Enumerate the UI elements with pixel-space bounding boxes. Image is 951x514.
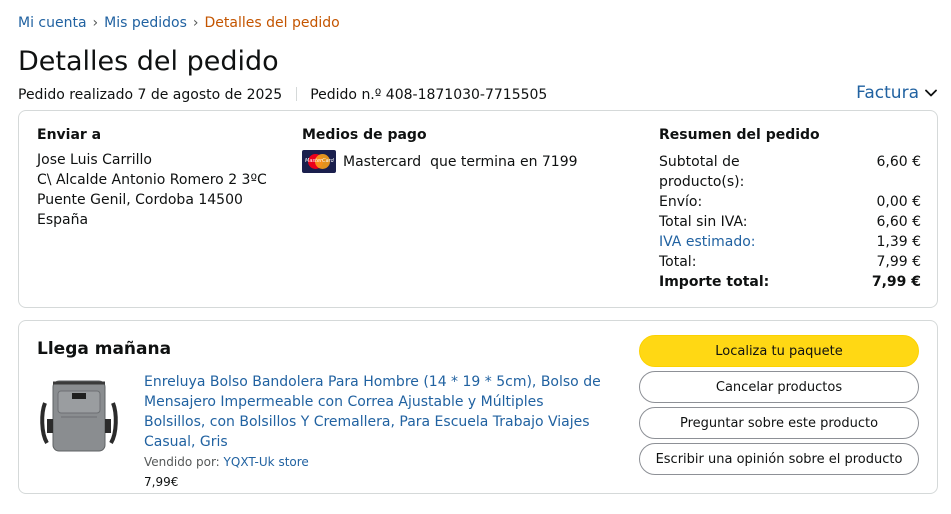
sold-by-label: Vendido por:: [144, 455, 220, 469]
summary-label: Subtotal de producto(s):: [659, 154, 745, 190]
estimated-vat-link[interactable]: IVA estimado:: [659, 232, 756, 252]
shoulder-bag-icon: [40, 380, 118, 452]
payment-card-ending: que termina en 7199: [430, 153, 578, 170]
summary-label: Total:: [659, 254, 697, 270]
summary-row-shipping: Envío: 0,00 €: [659, 192, 921, 212]
sold-by: Vendido por: YQXT-Uk store: [144, 455, 604, 469]
summary-row-subtotal: Subtotal de producto(s): 6,60 €: [659, 152, 921, 192]
meta-divider: [296, 87, 298, 101]
address-lines: Jose Luis Carrillo C\ Alcalde Antonio Ro…: [37, 150, 267, 230]
summary-value: 1,39 €: [876, 234, 921, 250]
order-meta: Pedido realizado 7 de agosto de 2025 Pedi…: [18, 87, 547, 103]
chevron-down-icon: [925, 89, 937, 97]
summary-label: Envío:: [659, 194, 703, 210]
product-info: Enreluya Bolso Bandolera Para Hombre (14…: [144, 372, 604, 489]
seller-link[interactable]: YQXT-Uk store: [224, 455, 309, 469]
shipment-card: Llega mañana Enreluya Bolso Bandolera Pa…: [18, 320, 938, 494]
summary-value: 7,99 €: [871, 274, 921, 290]
track-package-button[interactable]: Localiza tu paquete: [639, 335, 919, 367]
breadcrumb-separator: ›: [192, 15, 199, 31]
summary-row-total: Total: 7,99 €: [659, 252, 921, 272]
summary-label: Total sin IVA:: [659, 214, 748, 230]
order-details-card: Enviar a Jose Luis Carrillo C\ Alcalde A…: [18, 110, 938, 308]
ask-product-question-button[interactable]: Preguntar sobre este producto: [639, 407, 919, 439]
invoice-dropdown[interactable]: Factura: [856, 83, 937, 103]
mastercard-logo-text: MasterCard: [305, 158, 334, 164]
breadcrumb: Mi cuenta › Mis pedidos › Detalles del pedid…: [18, 15, 340, 31]
summary-label: Importe total:: [659, 274, 770, 290]
cancel-items-button[interactable]: Cancelar productos: [639, 371, 919, 403]
order-placed-date: Pedido realizado 7 de agosto de 2025: [18, 87, 283, 103]
breadcrumb-mis-pedidos[interactable]: Mis pedidos: [104, 15, 187, 31]
breadcrumb-mi-cuenta[interactable]: Mi cuenta: [18, 15, 87, 31]
breadcrumb-current: Detalles del pedido: [204, 15, 340, 31]
mastercard-logo-icon: MasterCard: [302, 150, 336, 173]
address-country: España: [37, 212, 89, 228]
invoice-label: Factura: [856, 83, 919, 103]
summary-value: 6,60 €: [876, 154, 921, 170]
summary-row-estimated-vat: IVA estimado: 1,39 €: [659, 232, 921, 252]
address-city: Puente Genil, Cordoba 14500: [37, 192, 243, 208]
product-price: 7,99€: [144, 475, 179, 489]
shipping-title: Enviar a: [37, 127, 102, 143]
shipment-actions: Localiza tu paquete Cancelar productos P…: [639, 335, 919, 479]
summary-value: 7,99 €: [876, 254, 921, 270]
delivery-status: Llega mañana: [37, 339, 172, 359]
summary-value: 0,00 €: [876, 194, 921, 210]
product-image[interactable]: [39, 373, 119, 457]
order-summary: Resumen del pedido Subtotal de producto(…: [659, 127, 921, 292]
summary-row-total-without-vat: Total sin IVA: 6,60 €: [659, 212, 921, 232]
payment-title: Medios de pago: [302, 127, 427, 143]
address-street: C\ Alcalde Antonio Romero 2 3ºC: [37, 172, 267, 188]
address-name: Jose Luis Carrillo: [37, 152, 152, 168]
summary-row-grand-total: Importe total: 7,99 €: [659, 272, 921, 292]
payment-method-name: Mastercard: [343, 153, 422, 170]
payment-method: Medios de pago MasterCard Mastercard que…: [302, 127, 578, 173]
order-number: Pedido n.º 408-1871030-7715505: [310, 87, 548, 103]
product-title-link[interactable]: Enreluya Bolso Bandolera Para Hombre (14…: [144, 372, 604, 452]
page-title: Detalles del pedido: [18, 46, 279, 77]
write-review-button[interactable]: Escribir una opinión sobre el producto: [639, 443, 919, 475]
shipping-address: Enviar a Jose Luis Carrillo C\ Alcalde A…: [37, 127, 267, 230]
summary-title: Resumen del pedido: [659, 127, 820, 143]
summary-value: 6,60 €: [876, 214, 921, 230]
payment-row: MasterCard Mastercard que termina en 719…: [302, 150, 578, 173]
breadcrumb-separator: ›: [92, 15, 99, 31]
